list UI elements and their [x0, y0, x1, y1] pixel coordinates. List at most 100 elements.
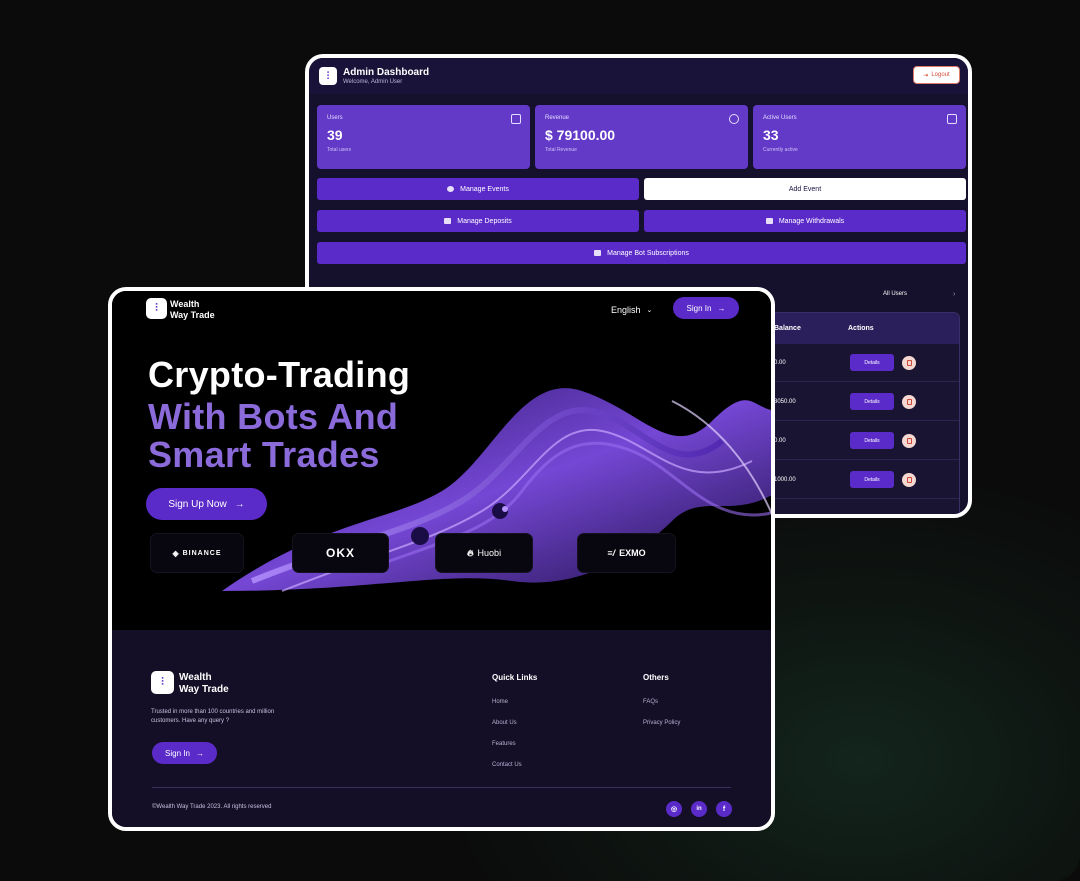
- details-button[interactable]: Details: [850, 393, 894, 410]
- footer-link-about[interactable]: About Us: [492, 720, 517, 726]
- exchange-name: BINANCE: [182, 549, 222, 557]
- delete-icon[interactable]: [902, 355, 916, 370]
- balance-cell: 0.00: [774, 437, 786, 444]
- footer-link-faqs[interactable]: FAQs: [643, 699, 658, 705]
- admin-header: ⫶ Admin Dashboard Welcome, Admin User ⇥ …: [309, 58, 968, 94]
- add-event-button[interactable]: Add Event: [644, 178, 966, 200]
- exchange-okx-logo: OKX: [292, 533, 389, 573]
- exchange-name: EXMO: [619, 548, 646, 558]
- chevron-right-icon[interactable]: ›: [953, 291, 955, 298]
- brand-line-1: Wealth: [170, 299, 200, 309]
- footer-brand-name[interactable]: Wealth Way Trade: [179, 672, 229, 696]
- footer-link-features[interactable]: Features: [492, 741, 516, 747]
- balance-cell: 0.00: [774, 359, 786, 366]
- delete-icon[interactable]: [902, 433, 916, 448]
- card-icon: [594, 250, 602, 256]
- calendar-icon: [447, 186, 455, 192]
- logout-button[interactable]: ⇥ Logout: [913, 66, 960, 84]
- stat-card-active-users: Active Users 33 Currently active: [753, 105, 966, 169]
- sign-in-button[interactable]: Sign In →: [673, 297, 739, 319]
- stat-value: $ 79100.00: [545, 127, 616, 143]
- footer-link-privacy[interactable]: Privacy Policy: [643, 720, 680, 726]
- details-label: Details: [864, 398, 880, 405]
- brand-logo-icon[interactable]: ⫶: [146, 298, 167, 319]
- admin-logo-icon: ⫶: [319, 67, 337, 85]
- admin-subtitle: Welcome, Admin User: [343, 79, 403, 85]
- stat-label: Users: [327, 115, 343, 121]
- details-button[interactable]: Details: [850, 432, 894, 449]
- activity-icon: [947, 114, 957, 124]
- details-button[interactable]: Details: [850, 471, 894, 488]
- arrow-right-icon: →: [234, 498, 245, 510]
- manage-events-button[interactable]: Manage Events: [317, 178, 639, 200]
- arrow-right-icon: →: [195, 748, 204, 758]
- details-label: Details: [864, 437, 880, 444]
- users-filter-select[interactable]: All Users: [883, 291, 907, 297]
- details-label: Details: [864, 359, 880, 366]
- wallet-icon: [444, 218, 452, 224]
- exchange-exmo-logo: ≡/ EXMO: [577, 533, 676, 573]
- stat-label: Active Users: [763, 115, 797, 121]
- showcase-background: ⫶ Admin Dashboard Welcome, Admin User ⇥ …: [0, 0, 1080, 881]
- stat-label: Revenue: [545, 115, 570, 121]
- footer-sign-in-button[interactable]: Sign In →: [152, 742, 217, 764]
- stat-sub: Total users: [327, 147, 352, 153]
- footer-brand-line-1: Wealth: [179, 672, 212, 683]
- manage-deposits-label: Manage Deposits: [457, 217, 512, 225]
- logout-label: Logout: [931, 72, 950, 78]
- balance-cell: 3050.00: [774, 398, 796, 405]
- hero-title-line-3: Smart Trades: [148, 434, 380, 475]
- landing-page-window: ⫶ Wealth Way Trade English ⌄ Sign In → C…: [108, 287, 775, 831]
- facebook-icon[interactable]: f: [716, 801, 732, 817]
- footer: ⫶ Wealth Way Trade Trusted in more than …: [112, 630, 771, 827]
- brand-line-2: Way Trade: [170, 310, 215, 320]
- stat-value: 39: [327, 127, 343, 143]
- huobi-icon: 🔥︎: [466, 547, 474, 558]
- users-icon: [511, 114, 521, 124]
- stat-sub: Currently active: [763, 147, 798, 153]
- dollar-icon: [729, 114, 739, 124]
- manage-bot-subscriptions-button[interactable]: Manage Bot Subscriptions: [317, 242, 966, 264]
- sign-up-label: Sign Up Now: [168, 498, 227, 510]
- delete-icon[interactable]: [902, 394, 916, 409]
- exmo-icon: ≡/: [607, 548, 616, 558]
- sign-in-label: Sign In: [686, 303, 712, 313]
- manage-bot-subscriptions-label: Manage Bot Subscriptions: [607, 249, 689, 257]
- others-title: Others: [643, 673, 669, 682]
- footer-logo-icon[interactable]: ⫶: [151, 671, 174, 694]
- footer-brand-line-2: Way Trade: [179, 684, 229, 695]
- manage-withdrawals-button[interactable]: Manage Withdrawals: [644, 210, 966, 232]
- delete-icon[interactable]: [902, 472, 916, 487]
- exchange-huobi-logo: 🔥︎ Huobi: [435, 533, 533, 573]
- footer-description: Trusted in more than 100 countries and m…: [151, 709, 275, 724]
- details-button[interactable]: Details: [850, 354, 894, 371]
- manage-events-label: Manage Events: [460, 185, 509, 193]
- exchange-binance-logo: ◈ BINANCE: [150, 533, 244, 573]
- brand-name[interactable]: Wealth Way Trade: [170, 299, 215, 321]
- stat-sub: Total Revenue: [545, 147, 577, 153]
- footer-sign-in-label: Sign In: [165, 748, 190, 758]
- sign-up-button[interactable]: Sign Up Now →: [146, 488, 267, 520]
- hero-section: ⫶ Wealth Way Trade English ⌄ Sign In → C…: [112, 291, 771, 630]
- wallet-icon: [765, 218, 773, 224]
- binance-icon: ◈: [172, 548, 179, 558]
- language-select[interactable]: English ⌄: [611, 305, 652, 315]
- footer-link-contact[interactable]: Contact Us: [492, 762, 522, 768]
- copyright-text: ©Wealth Way Trade 2023. All rights reser…: [152, 804, 272, 810]
- footer-divider: [152, 787, 731, 788]
- add-event-label: Add Event: [788, 185, 822, 193]
- language-label: English: [611, 305, 641, 315]
- quick-links-title: Quick Links: [492, 673, 538, 682]
- manage-deposits-button[interactable]: Manage Deposits: [317, 210, 639, 232]
- hero-title-line-2: With Bots And: [148, 396, 399, 437]
- chevron-down-icon: ⌄: [646, 307, 653, 314]
- balance-header: Balance: [774, 325, 801, 332]
- footer-link-home[interactable]: Home: [492, 699, 508, 705]
- instagram-icon[interactable]: ◎: [666, 801, 682, 817]
- exchange-name: OKX: [325, 546, 355, 560]
- details-label: Details: [864, 476, 880, 483]
- linkedin-icon[interactable]: in: [691, 801, 707, 817]
- actions-header: Actions: [848, 325, 874, 332]
- arrow-right-icon: →: [717, 303, 726, 313]
- balance-cell: 1000.00: [774, 476, 796, 483]
